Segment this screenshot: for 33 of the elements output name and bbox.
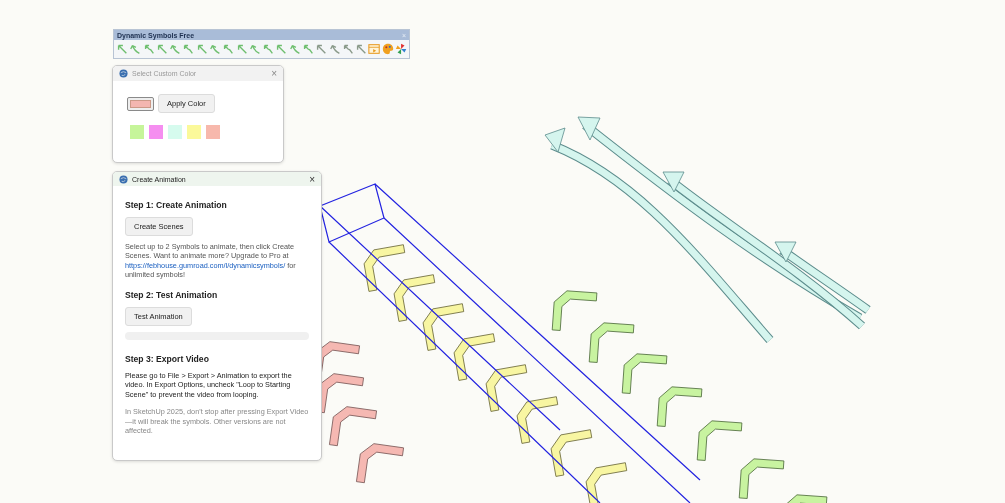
arrow-tool-icon[interactable] <box>341 42 354 56</box>
arrow-tool-icon[interactable] <box>288 42 301 56</box>
arrow-tool-icon[interactable] <box>355 42 368 56</box>
palette-icon[interactable] <box>381 42 394 56</box>
color-swatch[interactable] <box>168 125 182 139</box>
arrow-tool-icon[interactable] <box>169 42 182 56</box>
pinwheel-icon[interactable] <box>394 42 407 56</box>
globe-icon <box>119 69 128 78</box>
close-button[interactable]: × <box>309 173 315 185</box>
arrow-tool-icon[interactable] <box>129 42 142 56</box>
color-swatch[interactable] <box>206 125 220 139</box>
arrow-tool-icon[interactable] <box>155 42 168 56</box>
step-heading: Step 2: Test Animation <box>125 289 218 300</box>
globe-icon <box>119 174 128 184</box>
arrow-tool-icon[interactable] <box>315 42 328 56</box>
color-swatch[interactable] <box>130 125 144 139</box>
arrow-tool-icon[interactable] <box>262 42 275 56</box>
arrow-tool-icon[interactable] <box>195 42 208 56</box>
color-swatch[interactable] <box>187 125 201 139</box>
arrow-tool-icon[interactable] <box>222 42 235 56</box>
arrow-tool-icon[interactable] <box>208 42 222 56</box>
arrow-tool-icon[interactable] <box>275 42 288 56</box>
arrow-tool-icon[interactable] <box>182 42 195 56</box>
step-heading: Step 3: Export Video <box>125 353 209 364</box>
arrow-tool-icon[interactable] <box>328 42 341 56</box>
arrow-tool-icon[interactable] <box>116 42 129 56</box>
arrow-tool-icon[interactable] <box>248 42 261 56</box>
film-icon[interactable] <box>368 42 381 56</box>
step-heading: Step 1: Create Animation <box>125 200 227 210</box>
arrow-tool-icon[interactable] <box>142 42 155 56</box>
color-swatch[interactable] <box>149 125 163 139</box>
arrow-tool-icon[interactable] <box>235 42 248 56</box>
arrow-tool-icon[interactable] <box>301 42 315 56</box>
